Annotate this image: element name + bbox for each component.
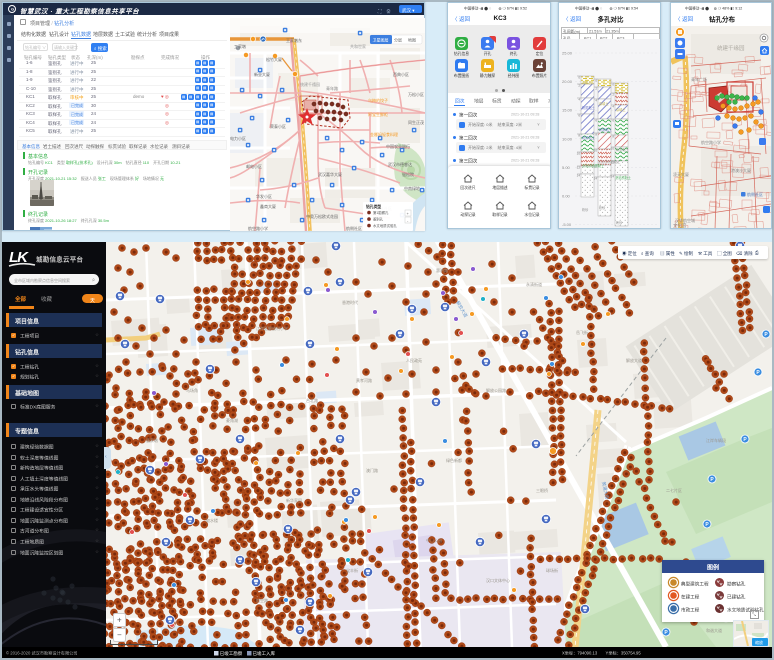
svg-text:新华家园: 新华家园 [286, 497, 302, 503]
svg-text:0.00: 0.00 [562, 194, 571, 199]
svg-text:卫星图层: 卫星图层 [373, 37, 389, 43]
svg-text:粉质黏土: 粉质黏土 [582, 105, 596, 110]
svg-text:和谐大道: 和谐大道 [706, 627, 722, 633]
svg-text:航空路: 航空路 [256, 597, 268, 603]
svg-text:粉砂: 粉砂 [599, 205, 606, 210]
svg-text:金娜妈轻食料理: 金娜妈轻食料理 [370, 131, 398, 137]
svg-text:鑫商大厦: 鑫商大厦 [260, 203, 276, 209]
svg-text:粉质黏土: 粉质黏土 [616, 147, 630, 152]
svg-text:杂填土: 杂填土 [616, 107, 626, 112]
svg-text:杂填土: 杂填土 [582, 80, 592, 85]
svg-text:20.00: 20.00 [562, 79, 573, 84]
svg-text:工家墩: 工家墩 [234, 43, 246, 49]
svg-text:粉质黏土: 粉质黏土 [599, 127, 613, 132]
svg-text:统建千缘园: 统建千缘园 [717, 44, 745, 52]
svg-text:汉口文体中心: 汉口文体中心 [486, 577, 510, 583]
svg-text:中国农业银行: 中国农业银行 [386, 143, 410, 149]
svg-text:新业大厦: 新业大厦 [254, 71, 270, 77]
svg-text:15.00: 15.00 [562, 108, 573, 113]
svg-text:凌天大厦: 凌天大厦 [673, 171, 689, 177]
svg-text:10: 10 [611, 147, 615, 151]
svg-text:电力小区: 电力小区 [230, 135, 246, 141]
svg-text:中奥万松欧式花园: 中奥万松欧式花园 [306, 213, 338, 219]
svg-text:解放大道: 解放大道 [626, 357, 642, 363]
svg-text:粉砂: 粉砂 [616, 220, 623, 225]
svg-text:黄孝河路: 黄孝河路 [356, 377, 372, 383]
svg-text:12: 12 [577, 166, 581, 170]
svg-text:江岸区解放村小学: 江岸区解放村小学 [256, 325, 288, 331]
svg-text:统建千禧园: 统建千禧园 [300, 81, 320, 87]
svg-text:文化宫: 文化宫 [673, 222, 687, 229]
svg-text:地图: 地图 [408, 37, 416, 43]
svg-text:航侧社区: 航侧社区 [747, 191, 763, 197]
svg-text:西典小区: 西典小区 [393, 71, 409, 77]
svg-text:航空路小学: 航空路小学 [248, 225, 268, 231]
svg-text:10: 10 [594, 149, 598, 153]
svg-text:王家墩东: 王家墩东 [286, 37, 302, 43]
svg-text:10.00: 10.00 [562, 136, 573, 141]
svg-text:宝丰街: 宝丰街 [346, 567, 358, 573]
svg-text:港澳沙大厦: 港澳沙大厦 [731, 167, 751, 173]
svg-text:航侧社区: 航侧社区 [346, 225, 362, 231]
svg-text:取水楼: 取水楼 [206, 517, 218, 523]
svg-text:钻孔类型: 钻孔类型 [366, 204, 381, 209]
svg-text:永清街道: 永清街道 [526, 281, 542, 287]
svg-text:银松院: 银松院 [402, 171, 414, 177]
svg-text:中南绿地: 中南绿地 [404, 185, 420, 191]
svg-text:粉砂: 粉砂 [582, 207, 589, 212]
svg-text:马场角: 马场角 [186, 387, 198, 393]
svg-text:澳门路: 澳门路 [366, 467, 378, 473]
svg-text:三眼桥: 三眼桥 [536, 487, 548, 493]
svg-text:淤泥质粉质黏土: 淤泥质粉质黏土 [598, 159, 621, 164]
svg-text:台北路: 台北路 [306, 397, 318, 403]
svg-text:解放公园路: 解放公园路 [486, 387, 506, 393]
svg-text:航空路小学: 航空路小学 [701, 139, 721, 145]
svg-text:人民政苑: 人民政苑 [406, 357, 422, 363]
svg-text:江岸车辆段: 江岸车辆段 [706, 437, 726, 443]
svg-text:青年路: 青年路 [326, 85, 338, 91]
svg-text:菱角湖: 菱角湖 [226, 417, 238, 423]
svg-text:杂填土: 杂填土 [599, 101, 609, 106]
svg-text:万松小区: 万松小区 [408, 91, 424, 97]
svg-text:粉质黏土: 粉质黏土 [582, 135, 596, 140]
svg-text:淤泥质黏土: 淤泥质黏土 [615, 175, 632, 180]
svg-text:14: 14 [577, 174, 581, 178]
svg-text:绿色新都: 绿色新都 [446, 457, 462, 463]
svg-text:荣泰小区: 荣泰小区 [270, 123, 286, 129]
svg-text:第1勘察孔: 第1勘察孔 [373, 210, 389, 215]
svg-text:鉴别孔: 鉴别孔 [373, 217, 384, 222]
svg-text:青年广场: 青年广场 [691, 76, 707, 82]
svg-text:武汉市德睿达: 武汉市德睿达 [388, 161, 412, 167]
svg-text:岳飞街: 岳飞街 [576, 329, 588, 335]
svg-text:二七片区: 二七片区 [666, 487, 682, 493]
svg-text:惠济路: 惠济路 [436, 267, 448, 273]
svg-text:水文地质试验孔: 水文地质试验孔 [373, 223, 397, 228]
svg-text:松竹大厦: 松竹大厦 [266, 56, 282, 62]
svg-text:14: 14 [611, 175, 615, 179]
svg-text:同生正茂: 同生正茂 [408, 119, 424, 125]
svg-text:5.00: 5.00 [562, 165, 571, 170]
svg-text:香港时代: 香港时代 [342, 299, 358, 305]
svg-text:共和世家: 共和世家 [350, 43, 366, 49]
svg-text:华发小区: 华发小区 [256, 193, 272, 199]
svg-text:10: 10 [577, 152, 581, 156]
svg-text:分层: 分层 [394, 37, 402, 43]
svg-text:中山公园: 中山公园 [426, 537, 442, 543]
svg-text:球场街: 球场街 [546, 567, 558, 573]
svg-text:阿宝生鲜柜: 阿宝生鲜柜 [368, 111, 388, 117]
svg-text:乌梅的饺子: 乌梅的饺子 [368, 97, 388, 103]
svg-text:14: 14 [594, 177, 598, 181]
svg-text:唐家墩: 唐家墩 [146, 437, 158, 443]
svg-text:邮电小区: 邮电小区 [246, 163, 262, 169]
svg-text:武汉嘉华大厦: 武汉嘉华大厦 [318, 171, 342, 177]
svg-text:25.00: 25.00 [562, 51, 573, 56]
svg-text:-5.00: -5.00 [562, 222, 572, 227]
